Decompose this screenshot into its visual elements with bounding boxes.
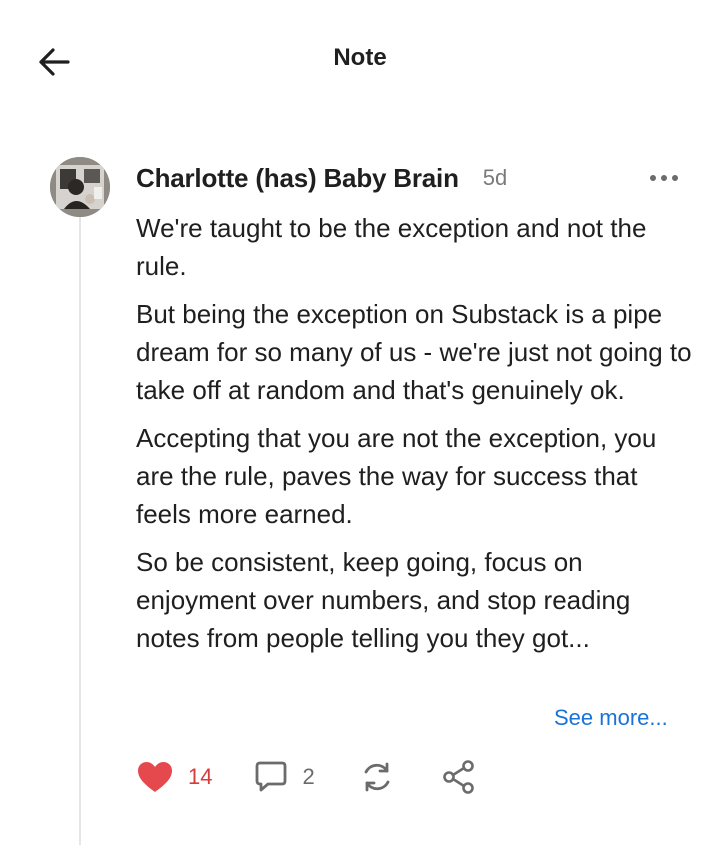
share-icon bbox=[442, 760, 474, 794]
header: Note bbox=[0, 0, 720, 120]
note-page: Note Charlotte (has) Baby Brain 5d We're… bbox=[0, 0, 720, 845]
timestamp: 5d bbox=[482, 165, 508, 190]
share-button[interactable] bbox=[441, 759, 477, 795]
paragraph: So be consistent, keep going, focus on e… bbox=[136, 547, 631, 653]
thread-line bbox=[79, 215, 81, 845]
restack-button[interactable] bbox=[359, 759, 395, 795]
see-more-link[interactable]: See more... bbox=[554, 705, 668, 731]
paragraph: We're taught to be the exception and not… bbox=[136, 213, 647, 281]
note-body: We're taught to be the exception and not… bbox=[136, 209, 696, 667]
comment-button[interactable]: 2 bbox=[254, 760, 315, 794]
comment-count: 2 bbox=[302, 764, 315, 789]
avatar-image bbox=[50, 157, 110, 217]
more-horizontal-icon bbox=[650, 175, 678, 181]
comment-icon bbox=[256, 761, 287, 792]
page-title: Note bbox=[333, 44, 387, 71]
restack-icon bbox=[364, 762, 390, 792]
action-bar: 14 2 bbox=[136, 755, 477, 799]
paragraph: Accepting that you are not the exception… bbox=[136, 423, 657, 529]
like-count: 14 bbox=[188, 764, 213, 789]
author-row: Charlotte (has) Baby Brain 5d bbox=[136, 160, 507, 196]
avatar[interactable] bbox=[50, 157, 110, 217]
author-name[interactable]: Charlotte (has) Baby Brain bbox=[136, 163, 459, 194]
more-options-button[interactable] bbox=[644, 164, 684, 192]
paragraph: But being the exception on Substack is a… bbox=[136, 299, 692, 405]
heart-icon bbox=[138, 762, 172, 792]
like-button[interactable]: 14 bbox=[136, 760, 212, 794]
